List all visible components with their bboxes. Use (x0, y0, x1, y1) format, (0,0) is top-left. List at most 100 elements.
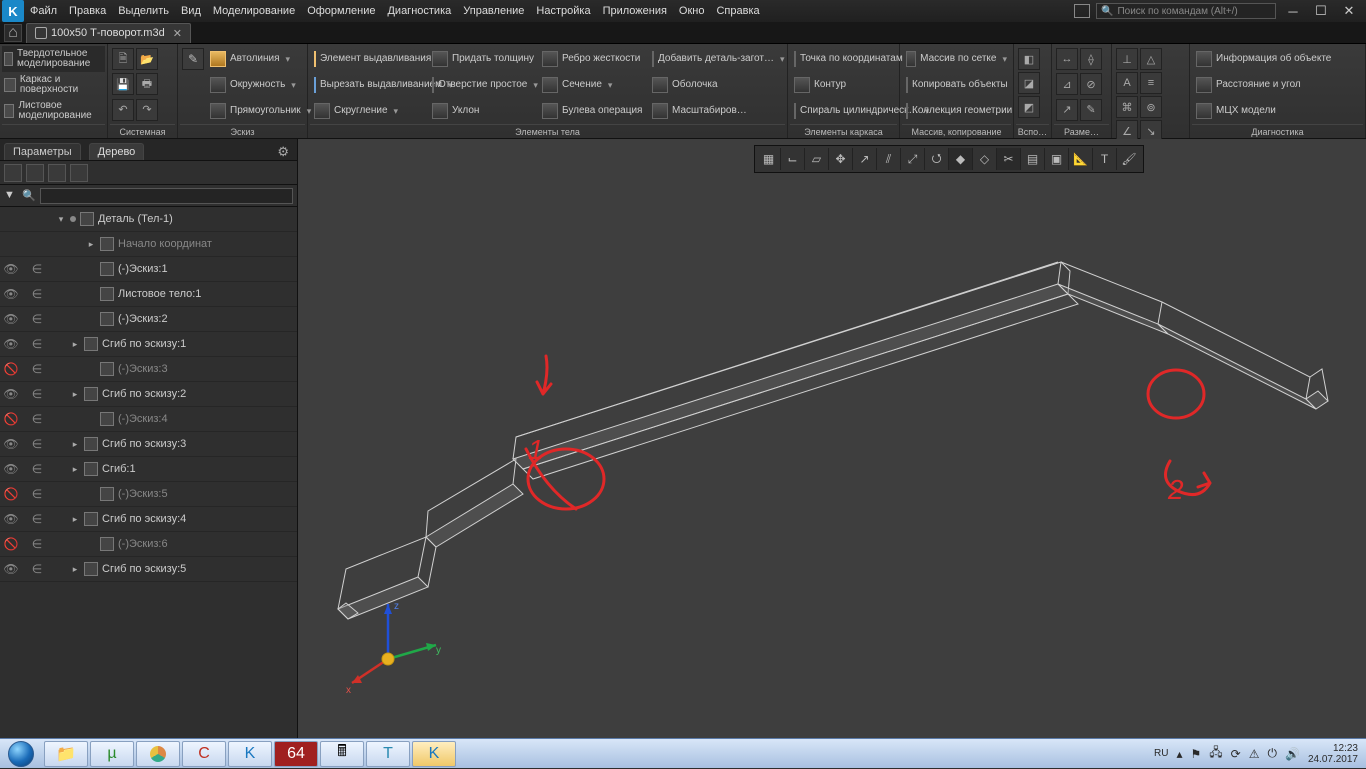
tray-sync-icon[interactable]: ⟳ (1231, 747, 1241, 761)
tree-tool3[interactable] (48, 164, 66, 182)
menu-settings[interactable]: Настройка (536, 5, 590, 17)
home-tab-icon[interactable]: ⌂ (4, 24, 22, 42)
tree-tool4[interactable] (70, 164, 88, 182)
start-button[interactable] (0, 739, 42, 769)
dim-btn2[interactable]: ⟠ (1080, 48, 1102, 70)
save-button[interactable]: 💾 (112, 73, 134, 95)
cut-extrude-button[interactable]: Вырезать выдавливанием▾ (312, 73, 426, 98)
expand-icon[interactable]: ▸ (70, 439, 80, 450)
point-button[interactable]: Точка по координатам▾ (792, 47, 895, 72)
aux-btn3[interactable]: ◩ (1018, 96, 1040, 118)
minimize-button[interactable]: ─ (1282, 2, 1304, 20)
close-button[interactable]: ✕ (1338, 2, 1360, 20)
vis-toggle-icon[interactable]: 🚫 (2, 362, 20, 376)
menu-manage[interactable]: Управление (463, 5, 524, 17)
dim-btn5[interactable]: ↗ (1056, 99, 1078, 121)
task-app1[interactable]: T (366, 741, 410, 767)
aux-btn1[interactable]: ◧ (1018, 48, 1040, 70)
dim-btn1[interactable]: ↔ (1056, 48, 1078, 70)
include-toggle-icon[interactable]: ∈ (28, 387, 46, 401)
include-toggle-icon[interactable]: ∈ (28, 262, 46, 276)
rib-button[interactable]: Ребро жесткости (540, 47, 646, 72)
mode-sheet[interactable]: Листовое моделирование (2, 98, 105, 124)
new-button[interactable]: 🗎 (112, 48, 134, 70)
expand-icon[interactable]: ▸ (70, 339, 80, 350)
geom-collection-button[interactable]: Коллекция геометрии (904, 99, 1009, 124)
distance-button[interactable]: Расстояние и угол (1194, 73, 1361, 98)
task-calc[interactable]: 🖩 (320, 741, 364, 767)
menu-window[interactable]: Окно (679, 5, 705, 17)
mcx-button[interactable]: МЦХ модели (1194, 99, 1361, 124)
tree-row[interactable]: 🚫∈(-)Эскиз:5 (0, 482, 297, 507)
menu-drawing[interactable]: Оформление (307, 5, 375, 17)
include-toggle-icon[interactable]: ∈ (28, 462, 46, 476)
info-button[interactable]: Информация об объекте (1194, 47, 1361, 72)
tray-flag-icon[interactable]: ⚑ (1191, 747, 1202, 761)
vis-toggle-icon[interactable]: 👁 (2, 262, 20, 276)
viewport-3d[interactable]: ▦ ⌙ ▱ ✥ ↗ ⫽ ⤢ ⭯ ◆ ◇ ✂ ▤ ▣ 📐 T 🖌 (298, 139, 1366, 738)
include-toggle-icon[interactable]: ∈ (28, 287, 46, 301)
tree-search-input[interactable] (40, 188, 293, 204)
shell-button[interactable]: Оболочка (650, 73, 776, 98)
ann-btn6[interactable]: ⊚ (1140, 96, 1162, 118)
menu-help[interactable]: Справка (716, 5, 759, 17)
tree-row[interactable]: 👁∈Листовое тело:1 (0, 282, 297, 307)
menu-edit[interactable]: Правка (69, 5, 106, 17)
include-toggle-icon[interactable]: ∈ (28, 362, 46, 376)
fillet-button[interactable]: Скругление▾ (312, 99, 426, 124)
task-chrome[interactable] (136, 741, 180, 767)
task-kompas-active[interactable]: K (412, 741, 456, 767)
mode-surface[interactable]: Каркас и поверхности (2, 72, 105, 98)
vis-toggle-icon[interactable]: 👁 (2, 562, 20, 576)
draft-button[interactable]: Уклон (430, 99, 536, 124)
tree-row[interactable]: 👁∈(-)Эскиз:2 (0, 307, 297, 332)
expand-icon[interactable]: ▸ (70, 464, 80, 475)
tree-row[interactable]: 👁∈▸Сгиб:1 (0, 457, 297, 482)
boolean-button[interactable]: Булева операция (540, 99, 646, 124)
vis-toggle-icon[interactable]: 👁 (2, 387, 20, 401)
section-button[interactable]: Сечение▾ (540, 73, 646, 98)
include-toggle-icon[interactable]: ∈ (28, 337, 46, 351)
model-canvas[interactable]: 1 2 z y x (298, 139, 1366, 738)
task-explorer[interactable]: 📁 (44, 741, 88, 767)
vis-toggle-icon[interactable]: 👁 (2, 462, 20, 476)
vis-toggle-icon[interactable]: 👁 (2, 437, 20, 451)
menu-modeling[interactable]: Моделирование (213, 5, 295, 17)
search-tree-icon[interactable]: 🔍 (22, 189, 36, 202)
expand-icon[interactable]: ▸ (70, 514, 80, 525)
include-toggle-icon[interactable]: ∈ (28, 512, 46, 526)
vis-toggle-icon[interactable]: 👁 (2, 512, 20, 526)
vis-toggle-icon[interactable]: 👁 (2, 287, 20, 301)
mode-solid[interactable]: Твердотельное моделирование (2, 46, 105, 72)
tree-tab[interactable]: Дерево (89, 143, 145, 160)
dim-btn3[interactable]: ⊿ (1056, 73, 1078, 95)
menu-diag[interactable]: Диагностика (387, 5, 451, 17)
expand-icon[interactable]: ▸ (70, 564, 80, 575)
tree-row[interactable]: 👁∈▸Сгиб по эскизу:3 (0, 432, 297, 457)
task-ccleaner[interactable]: C (182, 741, 226, 767)
tree-row[interactable]: 👁∈▸Сгиб по эскизу:2 (0, 382, 297, 407)
tray-battery-icon[interactable]: ⏻ (1267, 746, 1277, 761)
undo-button[interactable]: ↶ (112, 99, 134, 121)
pattern-button[interactable]: Массив по сетке▾ (904, 47, 1009, 72)
open-button[interactable]: 📂 (136, 48, 158, 70)
close-doc-icon[interactable]: ✕ (173, 27, 182, 40)
tray-volume-icon[interactable]: 🔊 (1285, 747, 1300, 761)
tray-up-icon[interactable]: ▴ (1176, 747, 1182, 761)
tray-shield-icon[interactable]: ⚠ (1249, 747, 1260, 761)
rectangle-button[interactable]: Прямоугольник▾ (208, 99, 313, 124)
redo-button[interactable]: ↷ (136, 99, 158, 121)
filter-icon[interactable]: ▼ (4, 189, 18, 203)
menu-apps[interactable]: Приложения (603, 5, 667, 17)
tree-row[interactable]: 👁∈▸Сгиб по эскизу:4 (0, 507, 297, 532)
task-kompas[interactable]: K (228, 741, 272, 767)
extrude-button[interactable]: Элемент выдавливания▾ (312, 47, 426, 72)
vis-toggle-icon[interactable]: 🚫 (2, 412, 20, 426)
document-tab[interactable]: 100x50 Т-поворот.m3d ✕ (26, 23, 191, 43)
menu-select[interactable]: Выделить (118, 5, 169, 17)
tray-lang[interactable]: RU (1154, 748, 1168, 759)
include-toggle-icon[interactable]: ∈ (28, 562, 46, 576)
scale-button[interactable]: Масштабиров… (650, 99, 776, 124)
include-toggle-icon[interactable]: ∈ (28, 487, 46, 501)
tree-row[interactable]: 🚫∈(-)Эскиз:3 (0, 357, 297, 382)
